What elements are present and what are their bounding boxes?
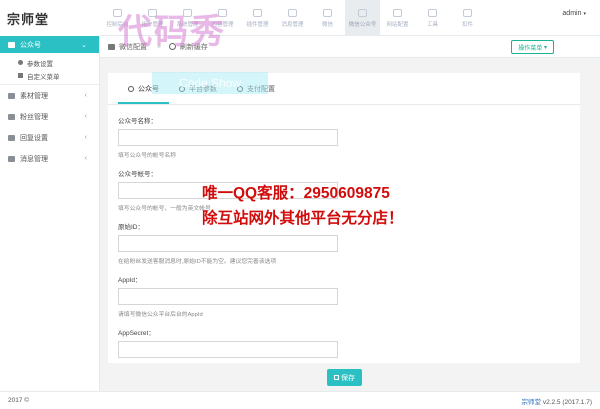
field-appid: AppId： 请填写微信公众平台后台的AppId bbox=[118, 274, 570, 318]
footer-brand-link[interactable]: 宗师堂 bbox=[522, 399, 542, 406]
copyright: 2017 © bbox=[8, 397, 30, 404]
topnav-item-messages[interactable]: 消息管理 bbox=[275, 0, 310, 36]
field-account-name: 公众号名称： 填写公众号的帐号名称 bbox=[118, 115, 570, 159]
original-id-input[interactable] bbox=[118, 235, 338, 252]
sidebar-item-materials[interactable]: 素材管理 ‹ bbox=[0, 85, 99, 106]
config-form: 公众号名称： 填写公众号的帐号名称 公众号帐号： 填写公众号的帐号，一般为英文帐… bbox=[108, 105, 580, 363]
field-label: AppId： bbox=[118, 277, 142, 284]
wechat-icon bbox=[8, 41, 15, 48]
gear-icon bbox=[128, 86, 134, 92]
sidebar-item-replies[interactable]: 回复设置 ‹ bbox=[0, 127, 99, 148]
sidebar-item-messages[interactable]: 消息管理 ‹ bbox=[0, 148, 99, 169]
message-icon bbox=[288, 8, 297, 17]
save-button[interactable]: 保存 bbox=[327, 369, 362, 386]
ops-menu-button[interactable]: 操作菜单 ▾ bbox=[511, 40, 554, 54]
field-label: 公众号帐号： bbox=[118, 171, 157, 178]
chevron-left-icon: ‹ bbox=[84, 134, 87, 141]
watermark-logo: 代码秀 bbox=[118, 13, 226, 51]
user-icon bbox=[8, 113, 15, 120]
footer: 2017 © 宗师堂 v2.2.5 (2017.1.7) bbox=[0, 391, 600, 409]
wechat-icon bbox=[323, 8, 332, 17]
field-help: 在给粉丝发送客服消息时,原始ID不能为空。建议您完善该选项 bbox=[118, 259, 277, 265]
wechat-icon bbox=[108, 43, 115, 50]
tools-icon bbox=[428, 8, 437, 17]
wechat-official-icon bbox=[358, 8, 367, 17]
user-menu[interactable]: admin ▾ bbox=[562, 10, 586, 17]
sidebar-item-official-account[interactable]: 公众号 ⌄ bbox=[0, 36, 99, 53]
sidebar-subgroup: 参数设置 自定义菜单 bbox=[0, 53, 99, 85]
top-bar: 宗师堂 控制后台 用户管理 系统管理 内容管理 插件管理 消息管理 微信 微信公… bbox=[0, 0, 600, 36]
field-label: AppSecret： bbox=[118, 330, 155, 337]
chevron-down-icon: ▾ bbox=[543, 44, 547, 51]
message-icon bbox=[8, 155, 15, 162]
chevron-left-icon: ‹ bbox=[84, 92, 87, 99]
appid-input[interactable] bbox=[118, 288, 338, 305]
site-config-icon bbox=[393, 8, 402, 17]
field-appsecret: AppSecret： bbox=[118, 327, 570, 358]
sidebar: 公众号 ⌄ 参数设置 自定义菜单 素材管理 ‹ 粉丝管理 ‹ 回复设置 ‹ 消息管理 ‹ bbox=[0, 36, 100, 391]
topnav-item-plugins[interactable]: 插件管理 bbox=[240, 0, 275, 36]
comment-icon bbox=[8, 134, 15, 141]
topnav-item-site-config[interactable]: 网站配置 bbox=[380, 0, 415, 36]
watermark-qq-line: 唯一QQ客服：2950609875 bbox=[202, 185, 390, 202]
topnav-item-tools[interactable]: 工具 bbox=[415, 0, 450, 36]
footer-version: 宗师堂 v2.2.5 (2017.1.7) bbox=[521, 398, 592, 406]
chevron-left-icon: ‹ bbox=[84, 113, 87, 120]
watermark-code-show: Code Show bbox=[152, 72, 268, 94]
sidebar-subitem-custom-menu[interactable]: 自定义菜单 bbox=[0, 69, 99, 82]
plugin-icon bbox=[253, 8, 262, 17]
field-help: 请填写微信公众平台后台的AppId bbox=[118, 312, 203, 318]
chevron-down-icon: ⌄ bbox=[81, 41, 87, 49]
topnav-item-wechat-official[interactable]: 微信公众号 bbox=[345, 0, 380, 36]
gear-icon bbox=[18, 60, 23, 65]
list-icon bbox=[8, 92, 15, 99]
sidebar-item-fans[interactable]: 粉丝管理 ‹ bbox=[0, 106, 99, 127]
topnav-item-extra[interactable]: 扣件 bbox=[450, 0, 485, 36]
watermark-store-line: 除互站网外其他平台无分店！ bbox=[202, 210, 404, 227]
topnav-item-wechat[interactable]: 微信 bbox=[310, 0, 345, 36]
field-help: 填写公众号的帐号名称 bbox=[118, 153, 176, 159]
extra-icon bbox=[463, 8, 472, 17]
menu-icon bbox=[18, 73, 23, 78]
field-label: 公众号名称： bbox=[118, 118, 157, 125]
brand-logo[interactable]: 宗师堂 bbox=[0, 0, 100, 36]
appsecret-input[interactable] bbox=[118, 341, 338, 358]
save-icon bbox=[334, 375, 339, 380]
account-name-input[interactable] bbox=[118, 129, 338, 146]
chevron-down-icon: ▾ bbox=[583, 11, 586, 17]
sidebar-subitem-params[interactable]: 参数设置 bbox=[0, 56, 99, 69]
chevron-left-icon: ‹ bbox=[84, 155, 87, 162]
